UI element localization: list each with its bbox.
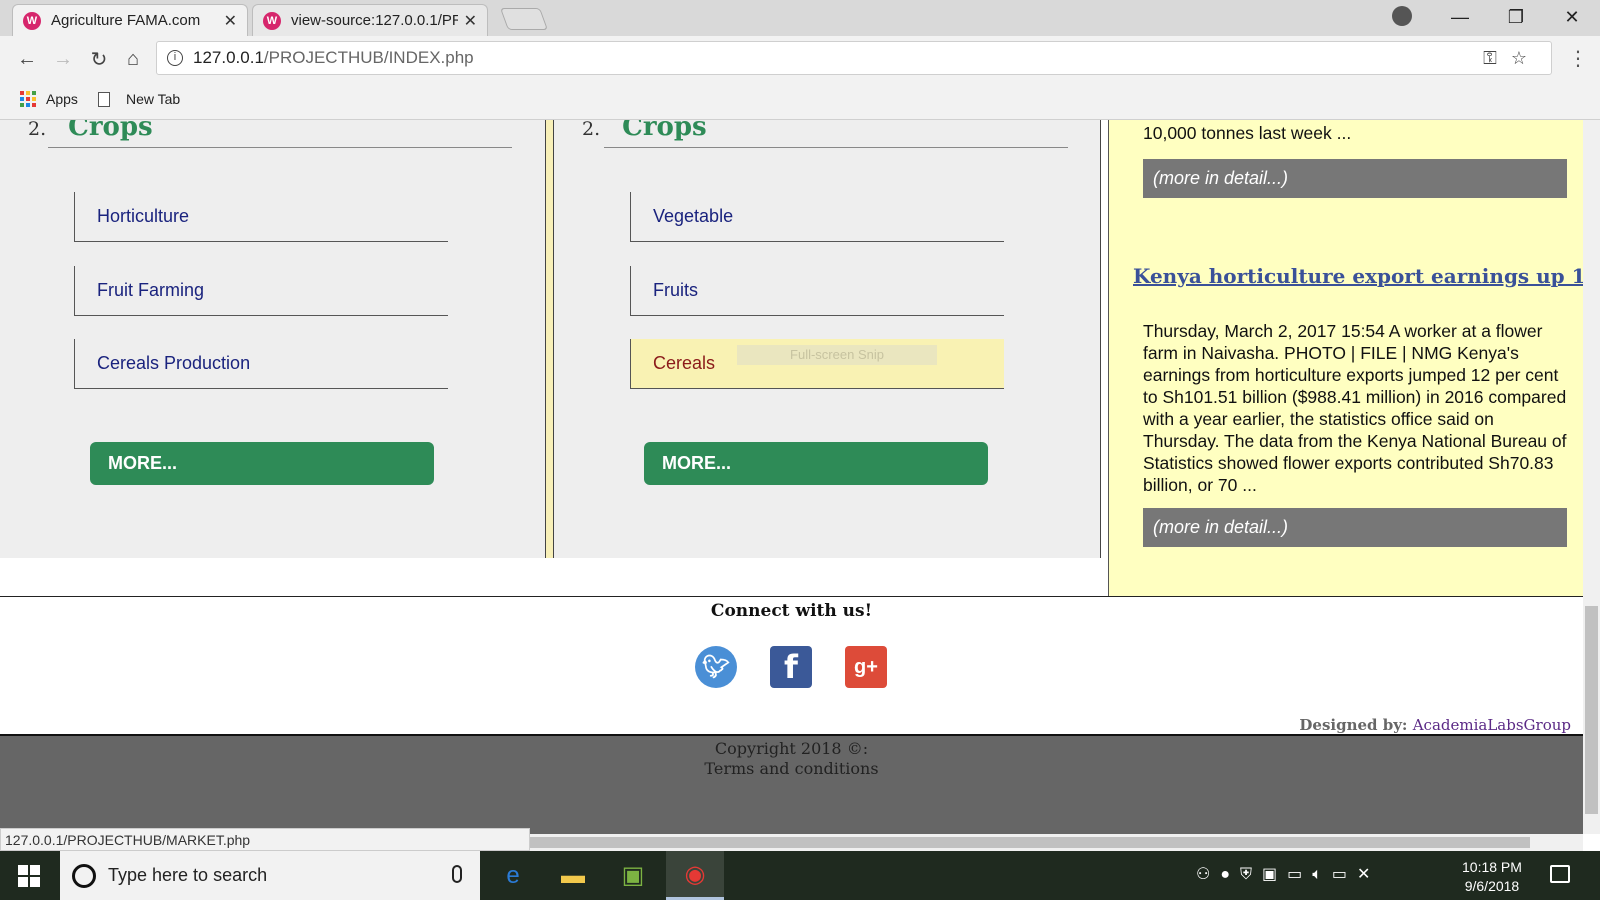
cortana-icon[interactable] xyxy=(72,863,96,888)
designer-link[interactable]: AcademiaLabsGroup xyxy=(1413,716,1571,734)
more-button[interactable]: MORE... xyxy=(90,442,434,485)
tray-app-icon[interactable]: ● xyxy=(1220,866,1240,883)
wifi-icon[interactable]: ✕ xyxy=(1357,866,1380,883)
back-icon[interactable]: ← xyxy=(12,44,42,74)
facebook-icon[interactable]: f xyxy=(770,646,812,688)
network-icon[interactable]: ▭ xyxy=(1287,866,1312,883)
restore-icon[interactable]: ❐ xyxy=(1488,0,1544,34)
image-app-icon[interactable]: ▣ xyxy=(604,851,662,900)
link-fruits[interactable]: Fruits xyxy=(630,266,1004,316)
heading-divider xyxy=(48,147,512,148)
crops-column-1: 2. Crops Horticulture Fruit Farming Cere… xyxy=(0,120,546,558)
tab-title: view-source:127.0.0.1/PR xyxy=(291,12,458,29)
clock-date: 9/6/2018 xyxy=(1464,878,1520,894)
file-explorer-icon[interactable]: ▬ xyxy=(544,851,602,900)
microphone-icon[interactable] xyxy=(452,865,462,883)
more-detail-button[interactable]: (more in detail...) xyxy=(1143,159,1567,198)
column-separator xyxy=(546,120,553,558)
bookmark-apps[interactable]: Apps xyxy=(20,91,78,107)
copyright-footer: Copyright 2018 ©: Terms and conditions xyxy=(0,734,1583,834)
vertical-scrollbar[interactable] xyxy=(1583,120,1600,834)
copyright-text: Copyright 2018 ©: xyxy=(714,739,869,758)
apps-grid-icon xyxy=(20,91,36,107)
link-horticulture[interactable]: Horticulture xyxy=(74,192,448,242)
profile-icon[interactable] xyxy=(1392,6,1412,26)
status-bubble: 127.0.0.1/PROJECTHUB/MARKET.php xyxy=(0,828,530,851)
taskbar: Type here to search e ▬ ▣ ◉ ⚇●⛨▣▭🔈︎▭✕ 10… xyxy=(0,851,1600,900)
clock[interactable]: 10:18 PM 9/6/2018 xyxy=(1462,858,1522,896)
battery-icon[interactable]: ▭ xyxy=(1332,866,1357,883)
section-title: Crops xyxy=(622,120,707,142)
news-panel: 10,000 tonnes last week ... (more in det… xyxy=(1108,120,1583,596)
edge-icon[interactable]: e xyxy=(484,851,542,900)
close-tab-icon[interactable]: ✕ xyxy=(464,11,477,31)
home-icon[interactable]: ⌂ xyxy=(118,44,148,74)
tab-strip: W Agriculture FAMA.com ✕ W view-source:1… xyxy=(0,0,1600,36)
new-tab-button[interactable] xyxy=(499,8,549,30)
bookmarks-bar: Apps New Tab xyxy=(0,82,1600,120)
link-cereals[interactable]: Cereals Full-screen Snip xyxy=(630,339,1004,389)
url-path: /PROJECTHUB/INDEX.php xyxy=(263,48,474,67)
news-body: Thursday, March 2, 2017 15:54 A worker a… xyxy=(1143,321,1567,495)
footer-divider xyxy=(0,596,1583,597)
scroll-thumb[interactable] xyxy=(530,837,1530,848)
people-icon[interactable]: ⚇ xyxy=(1196,866,1220,883)
crops-column-2: 2. Crops Vegetable Fruits Cereals Full-s… xyxy=(553,120,1101,558)
menu-icon[interactable]: ⋮ xyxy=(1568,46,1588,71)
wamp-favicon-icon: W xyxy=(23,11,41,30)
key-icon[interactable]: ⚿ xyxy=(1483,48,1511,68)
bookmark-star-icon[interactable]: ☆ xyxy=(1511,48,1541,68)
section-title: Crops xyxy=(68,120,153,142)
bookmark-label: Apps xyxy=(46,91,78,107)
designed-prefix: Designed by: xyxy=(1299,716,1408,734)
taskbar-search[interactable]: Type here to search xyxy=(60,851,480,900)
terms-link[interactable]: Terms and conditions xyxy=(0,759,1583,779)
reload-icon[interactable]: ↻ xyxy=(84,44,114,74)
tab-title: Agriculture FAMA.com xyxy=(51,12,201,29)
snip-tooltip: Full-screen Snip xyxy=(737,345,937,365)
list-number: 2. xyxy=(28,120,47,140)
link-fruit-farming[interactable]: Fruit Farming xyxy=(74,266,448,316)
horizontal-scrollbar[interactable] xyxy=(530,834,1583,851)
bookmark-label: New Tab xyxy=(126,91,181,107)
system-tray: ⚇●⛨▣▭🔈︎▭✕ xyxy=(1196,864,1380,884)
list-number: 2. xyxy=(582,120,601,140)
volume-icon[interactable]: 🔈︎ xyxy=(1312,866,1332,883)
close-window-icon[interactable]: ✕ xyxy=(1544,0,1600,34)
bookmark-new-tab[interactable]: New Tab xyxy=(98,91,180,107)
twitter-icon[interactable]: 🐦︎ xyxy=(695,646,737,688)
more-button[interactable]: MORE... xyxy=(644,442,988,485)
clock-time: 10:18 PM xyxy=(1462,859,1522,875)
browser-toolbar: ← → ↻ ⌂ i 127.0.0.1/PROJECTHUB/INDEX.php… xyxy=(0,36,1600,82)
tab-view-source[interactable]: W view-source:127.0.0.1/PR ✕ xyxy=(252,4,488,36)
forward-icon[interactable]: → xyxy=(48,44,78,74)
link-label: Cereals xyxy=(653,353,716,373)
heading-divider xyxy=(604,147,1068,148)
chrome-icon[interactable]: ◉ xyxy=(666,851,724,900)
link-vegetable[interactable]: Vegetable xyxy=(630,192,1004,242)
designed-by: Designed by: AcademiaLabsGroup xyxy=(1299,716,1571,734)
tab-agriculture[interactable]: W Agriculture FAMA.com ✕ xyxy=(12,4,248,36)
wamp-favicon-icon: W xyxy=(263,11,281,30)
address-bar[interactable]: i 127.0.0.1/PROJECTHUB/INDEX.php ⚿☆ xyxy=(156,41,1552,75)
windows-start-icon[interactable] xyxy=(18,865,40,887)
url-host: 127.0.0.1 xyxy=(193,48,264,67)
search-placeholder: Type here to search xyxy=(108,865,268,885)
connect-heading: Connect with us! xyxy=(710,601,873,621)
link-cereals-production[interactable]: Cereals Production xyxy=(74,339,448,389)
notifications-icon[interactable] xyxy=(1550,865,1570,883)
info-icon[interactable]: i xyxy=(167,50,183,66)
more-detail-button[interactable]: (more in detail...) xyxy=(1143,508,1567,547)
scroll-thumb[interactable] xyxy=(1585,606,1598,814)
wamp-tray-icon[interactable]: ▣ xyxy=(1262,866,1287,883)
page-icon xyxy=(98,91,110,107)
news-headline-link[interactable]: Kenya horticulture export earnings up 1 xyxy=(1133,264,1583,288)
news-snippet: 10,000 tonnes last week ... xyxy=(1143,123,1352,143)
shield-icon[interactable]: ⛨ xyxy=(1240,866,1262,883)
close-tab-icon[interactable]: ✕ xyxy=(224,11,237,31)
google-plus-icon[interactable]: g+ xyxy=(845,646,887,688)
page-viewport: 2. Crops Horticulture Fruit Farming Cere… xyxy=(0,120,1583,834)
minimize-icon[interactable]: — xyxy=(1432,0,1488,34)
